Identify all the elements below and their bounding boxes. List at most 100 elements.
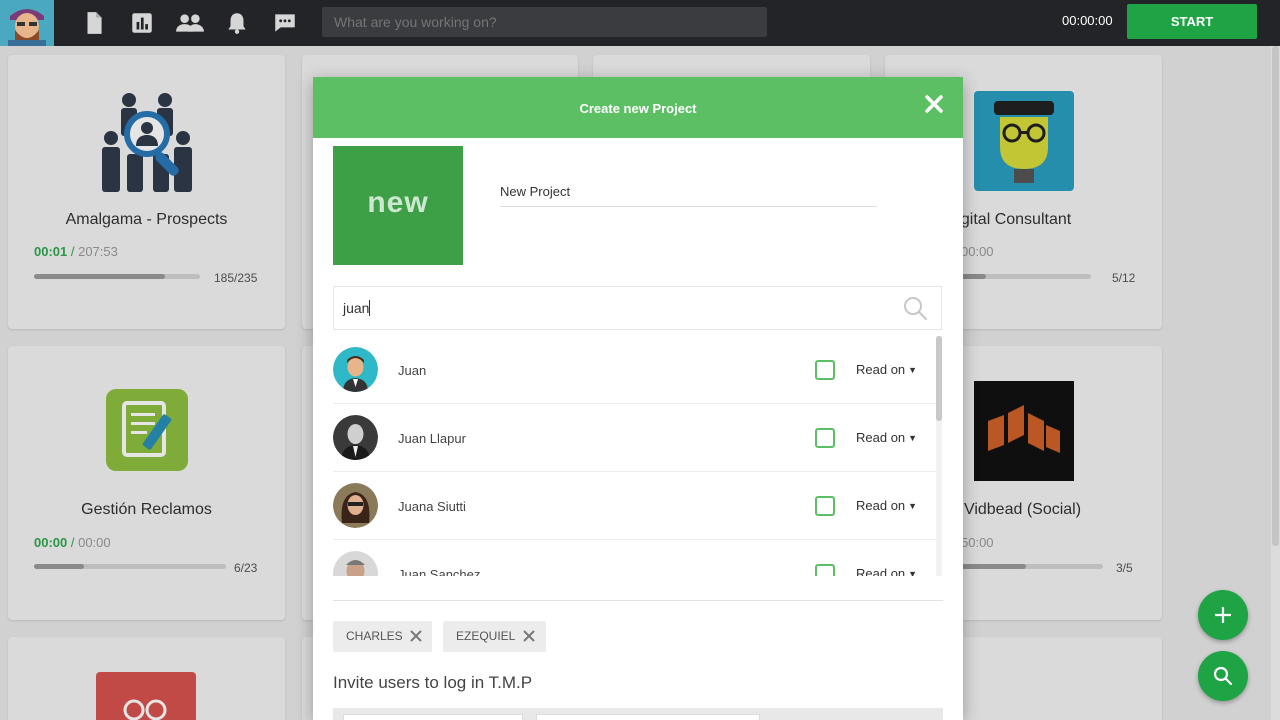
user-select-checkbox[interactable] [815,428,835,448]
modal-header: Create new Project [313,77,963,138]
user-avatar[interactable] [0,0,54,46]
time-spent: 00:00 [34,535,68,550]
bell-icon[interactable] [224,10,250,36]
permission-dropdown[interactable]: Read on ▼ [856,498,917,513]
time-total: 00:00 [961,244,994,259]
users-icon[interactable] [175,10,205,36]
search-icon[interactable] [902,295,928,321]
project-name-input[interactable] [500,177,877,207]
task-count: 185/235 [214,271,258,285]
time-separator: / [67,535,79,550]
progress-bar [34,564,226,569]
avatar [333,415,378,460]
add-project-button[interactable] [1198,590,1248,640]
document-icon[interactable] [81,10,107,36]
user-results-list: Juan Read on ▼ Juan Llapur Read on ▼ Juana… [333,336,936,576]
user-name: Juan Sanchez [398,567,481,576]
selected-user-chip: EZEQUIEL [443,621,546,652]
user-name: Juan Llapur [398,431,466,446]
avatar-icon [0,0,54,46]
search-projects-button[interactable] [1198,651,1248,701]
user-name: Juana Siutti [398,499,466,514]
selected-user-chip: CHARLES [333,621,432,652]
consultant-icon [974,91,1074,191]
vidbead-icon [974,381,1074,481]
top-bar: 00:00:00 START [0,0,1280,46]
timer-display: 00:00:00 [1062,13,1113,28]
project-card[interactable] [8,637,285,720]
project-card[interactable]: Gestión Reclamos 00:00 / 00:00 6/23 [8,346,285,620]
chip-label: EZEQUIEL [456,629,516,643]
invite-name-field[interactable] [343,714,523,720]
invite-form [333,708,943,720]
user-list-scrollbar[interactable] [936,336,942,576]
avatar [333,483,378,528]
permission-label: Read on [856,498,906,513]
chip-label: CHARLES [346,629,403,643]
plus-icon [1215,607,1231,623]
search-icon [1213,666,1233,686]
task-count: 6/23 [234,561,258,575]
section-divider [333,600,943,601]
user-select-checkbox[interactable] [815,564,835,576]
time-total: 50:00 [961,535,994,550]
card-time: 00:00 [961,244,994,259]
task-count: 5/12 [1112,271,1136,285]
user-name: Juan [398,363,427,378]
project-image-upload[interactable]: new [333,146,463,265]
bar-chart-icon[interactable] [129,10,155,36]
time-total: 00:00 [78,535,111,550]
prospects-icon [102,93,192,192]
remove-chip-icon[interactable] [522,629,536,643]
card-title: Gestión Reclamos [81,501,212,518]
start-button[interactable]: START [1127,4,1257,39]
task-search-input[interactable] [322,7,767,37]
permission-label: Read on [856,430,906,445]
list-item[interactable]: Juana Siutti Read on ▼ [333,472,936,540]
list-item[interactable]: Juan Llapur Read on ▼ [333,404,936,472]
project-image-label: new [367,186,429,219]
caret-down-icon: ▼ [908,501,918,511]
user-search-field[interactable]: juan [333,286,942,330]
list-item[interactable]: Juan Read on ▼ [333,336,936,404]
time-total: 207:53 [78,244,118,259]
project-logo-icon [96,672,196,720]
card-time: 50:00 [961,535,994,550]
invite-email-field[interactable] [536,714,760,720]
permission-dropdown[interactable]: Read on ▼ [856,362,917,377]
card-time: 00:00 / 00:00 [34,535,111,550]
user-list-scrollbar-thumb[interactable] [936,336,942,421]
user-select-checkbox[interactable] [815,496,835,516]
time-spent: 00:01 [34,244,68,259]
user-select-checkbox[interactable] [815,360,835,380]
list-item[interactable]: Juan Sanchez Read on ▼ [333,540,936,576]
text-cursor [369,300,371,316]
permission-dropdown[interactable]: Read on ▼ [856,430,917,445]
time-separator: / [67,244,79,259]
chat-icon[interactable] [272,10,298,36]
permission-dropdown[interactable]: Read on ▼ [856,566,917,576]
progress-fill [34,564,84,569]
caret-down-icon: ▼ [908,433,918,443]
task-count: 3/5 [1116,561,1133,575]
card-time: 00:01 / 207:53 [34,244,118,259]
permission-label: Read on [856,566,906,576]
page-scrollbar-thumb[interactable] [1272,46,1279,546]
page-scrollbar[interactable] [1271,46,1280,720]
caret-down-icon: ▼ [908,569,918,576]
avatar [333,551,378,576]
user-search-input[interactable]: juan [343,300,369,316]
permission-label: Read on [856,362,906,377]
project-card[interactable]: Amalgama - Prospects 00:01 / 207:53 185/… [8,55,285,329]
progress-bar [34,274,200,279]
invite-section-title: Invite users to log in T.M.P [333,673,533,692]
avatar [333,347,378,392]
progress-fill [34,274,165,279]
close-icon[interactable] [923,93,945,115]
remove-chip-icon[interactable] [409,629,423,643]
modal-title: Create new Project [579,101,697,116]
claims-icon [106,389,188,471]
create-project-modal: Create new Project new juan Juan Read on… [313,77,963,720]
card-title: Amalgama - Prospects [65,211,228,228]
caret-down-icon: ▼ [908,365,918,375]
